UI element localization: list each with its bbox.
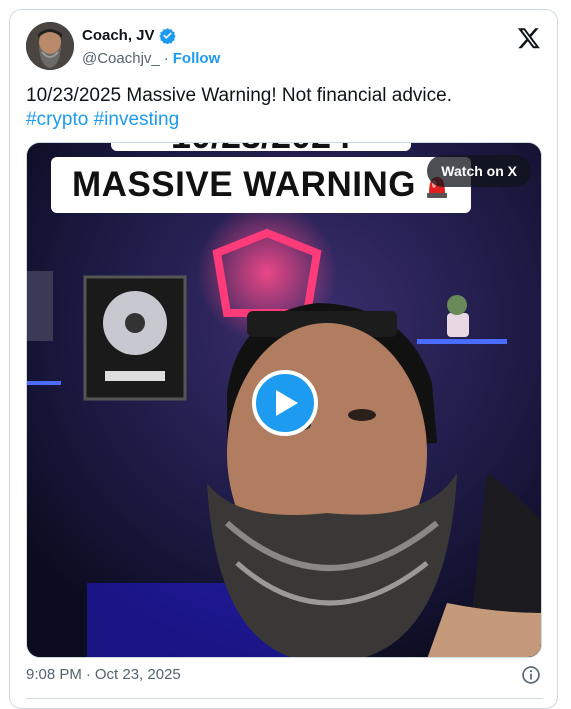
play-icon <box>276 390 298 416</box>
author-handle-row: @Coachjv_ · Follow <box>82 50 220 67</box>
follow-button[interactable]: Follow <box>173 50 221 67</box>
watch-on-x-button[interactable]: Watch on X <box>427 155 531 187</box>
hashtag-row: #crypto #investing <box>26 108 543 132</box>
verified-badge-icon <box>158 28 176 44</box>
hashtag-crypto[interactable]: #crypto <box>26 109 88 130</box>
tweet-text: 10/23/2025 Massive Warning! Not financia… <box>26 84 543 132</box>
footer-divider <box>26 698 543 699</box>
timestamp-separator: · <box>85 666 91 683</box>
hashtag-investing[interactable]: #investing <box>94 109 180 130</box>
tweet-timestamp[interactable]: 9:08 PM · Oct 23, 2025 <box>26 666 181 683</box>
tweet-embed-card: Coach, JV @Coachjv_ · Follow 10/23/2025 … <box>9 9 558 709</box>
video-banner: MASSIVE WARNING <box>51 157 471 213</box>
x-logo-icon[interactable] <box>517 26 541 50</box>
author-name[interactable]: Coach, JV <box>82 27 155 44</box>
author-name-row: Coach, JV <box>82 27 176 44</box>
separator-dot: · <box>163 50 169 67</box>
tweet-body: 10/23/2025 Massive Warning! Not financia… <box>26 85 452 106</box>
info-icon[interactable] <box>521 665 541 685</box>
avatar[interactable] <box>26 22 74 70</box>
banner-text: MASSIVE WARNING <box>72 165 416 204</box>
video-player[interactable]: 10/23/2024 MASSIVE WARNING Watch on X <box>26 142 542 658</box>
tweet-date: Oct 23, 2025 <box>94 666 181 683</box>
banner-date-text: 10/23/2024 <box>111 143 411 151</box>
author-handle[interactable]: @Coachjv_ <box>82 50 160 67</box>
tweet-time: 9:08 PM <box>26 666 82 683</box>
tweet-header: Coach, JV @Coachjv_ · Follow <box>26 22 543 70</box>
play-button[interactable] <box>252 370 318 436</box>
